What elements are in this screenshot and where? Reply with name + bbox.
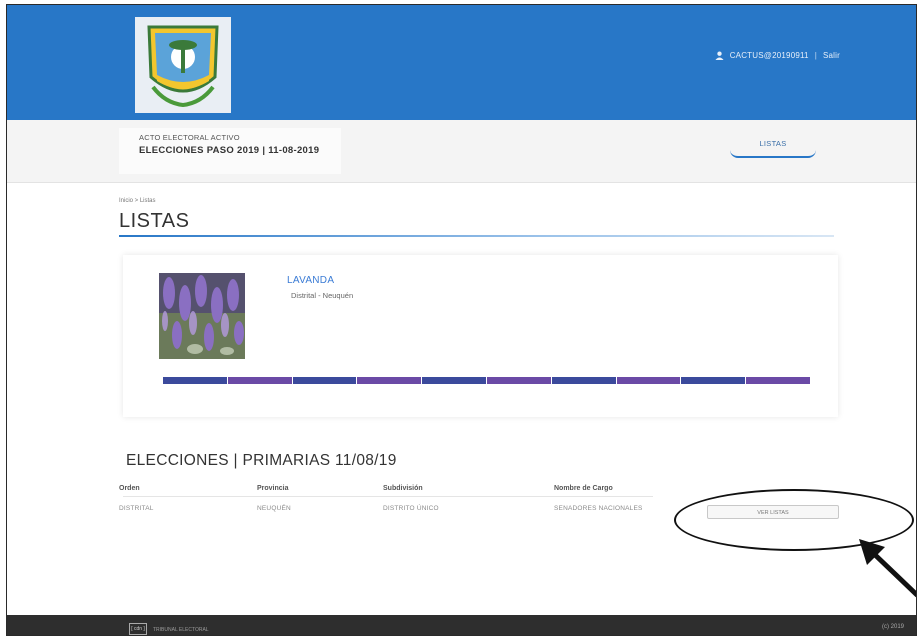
stripe-segment: [551, 377, 616, 384]
app-frame: CACTUS@20190911 | Salir ACTO ELECTORAL A…: [6, 4, 917, 636]
stripe-segment: [681, 377, 746, 384]
col-header-provincia: Provincia: [257, 485, 289, 492]
cell-provincia: NEUQUÉN: [257, 505, 291, 512]
nav-tab-listas[interactable]: LISTAS: [730, 132, 816, 158]
footer-copyright: (c) 2019: [881, 624, 904, 630]
page-footer: [ cdn ] TRIBUNAL ELECTORAL (c) 2019: [7, 615, 916, 635]
breadcrumb[interactable]: Inicio > Listas: [119, 198, 156, 204]
list-color-stripe: [163, 377, 811, 384]
acto-electoral-label: ACTO ELECTORAL ACTIVO: [139, 133, 240, 142]
col-header-orden: Orden: [119, 485, 140, 492]
list-image: [159, 273, 245, 359]
logout-link[interactable]: Salir: [823, 51, 840, 60]
stripe-segment: [292, 377, 357, 384]
lavender-photo-icon: [159, 273, 245, 359]
shield-logo-icon: [135, 17, 231, 113]
stripe-segment: [227, 377, 292, 384]
cell-cargo: SENADORES NACIONALES: [554, 505, 643, 512]
province-logo[interactable]: [135, 17, 231, 113]
stripe-segment: [486, 377, 551, 384]
stripe-segment: [357, 377, 422, 384]
pointer-arrow-icon: [859, 539, 916, 598]
table-header-divider: [123, 496, 653, 497]
cell-orden: DISTRITAL: [119, 505, 154, 512]
stripe-segment: [163, 377, 227, 384]
page-title: LISTAS: [119, 210, 190, 232]
list-name[interactable]: LAVANDA: [287, 275, 334, 286]
header-separator: |: [814, 51, 817, 60]
elections-title: ELECCIONES | PRIMARIAS 11/08/19: [126, 452, 397, 469]
stripe-segment: [616, 377, 681, 384]
username-label[interactable]: CACTUS@20190911: [730, 51, 809, 60]
title-divider: [119, 235, 834, 237]
stripe-segment: [746, 377, 810, 384]
list-distrito: Distrital - Neuquén: [291, 291, 354, 300]
stripe-segment: [422, 377, 486, 384]
footer-logo: [ cdn ]: [129, 623, 147, 635]
col-header-subdivision: Subdivisión: [383, 485, 423, 492]
user-icon: [715, 51, 724, 60]
cell-subdivision: DISTRITO ÚNICO: [383, 505, 439, 512]
user-menu: CACTUS@20190911 | Salir: [715, 51, 840, 60]
eleccion-activa-label: ELECCIONES PASO 2019 | 11-08-2019: [139, 145, 320, 156]
footer-logo-caption: TRIBUNAL ELECTORAL: [153, 627, 209, 633]
col-header-cargo: Nombre de Cargo: [554, 485, 613, 492]
